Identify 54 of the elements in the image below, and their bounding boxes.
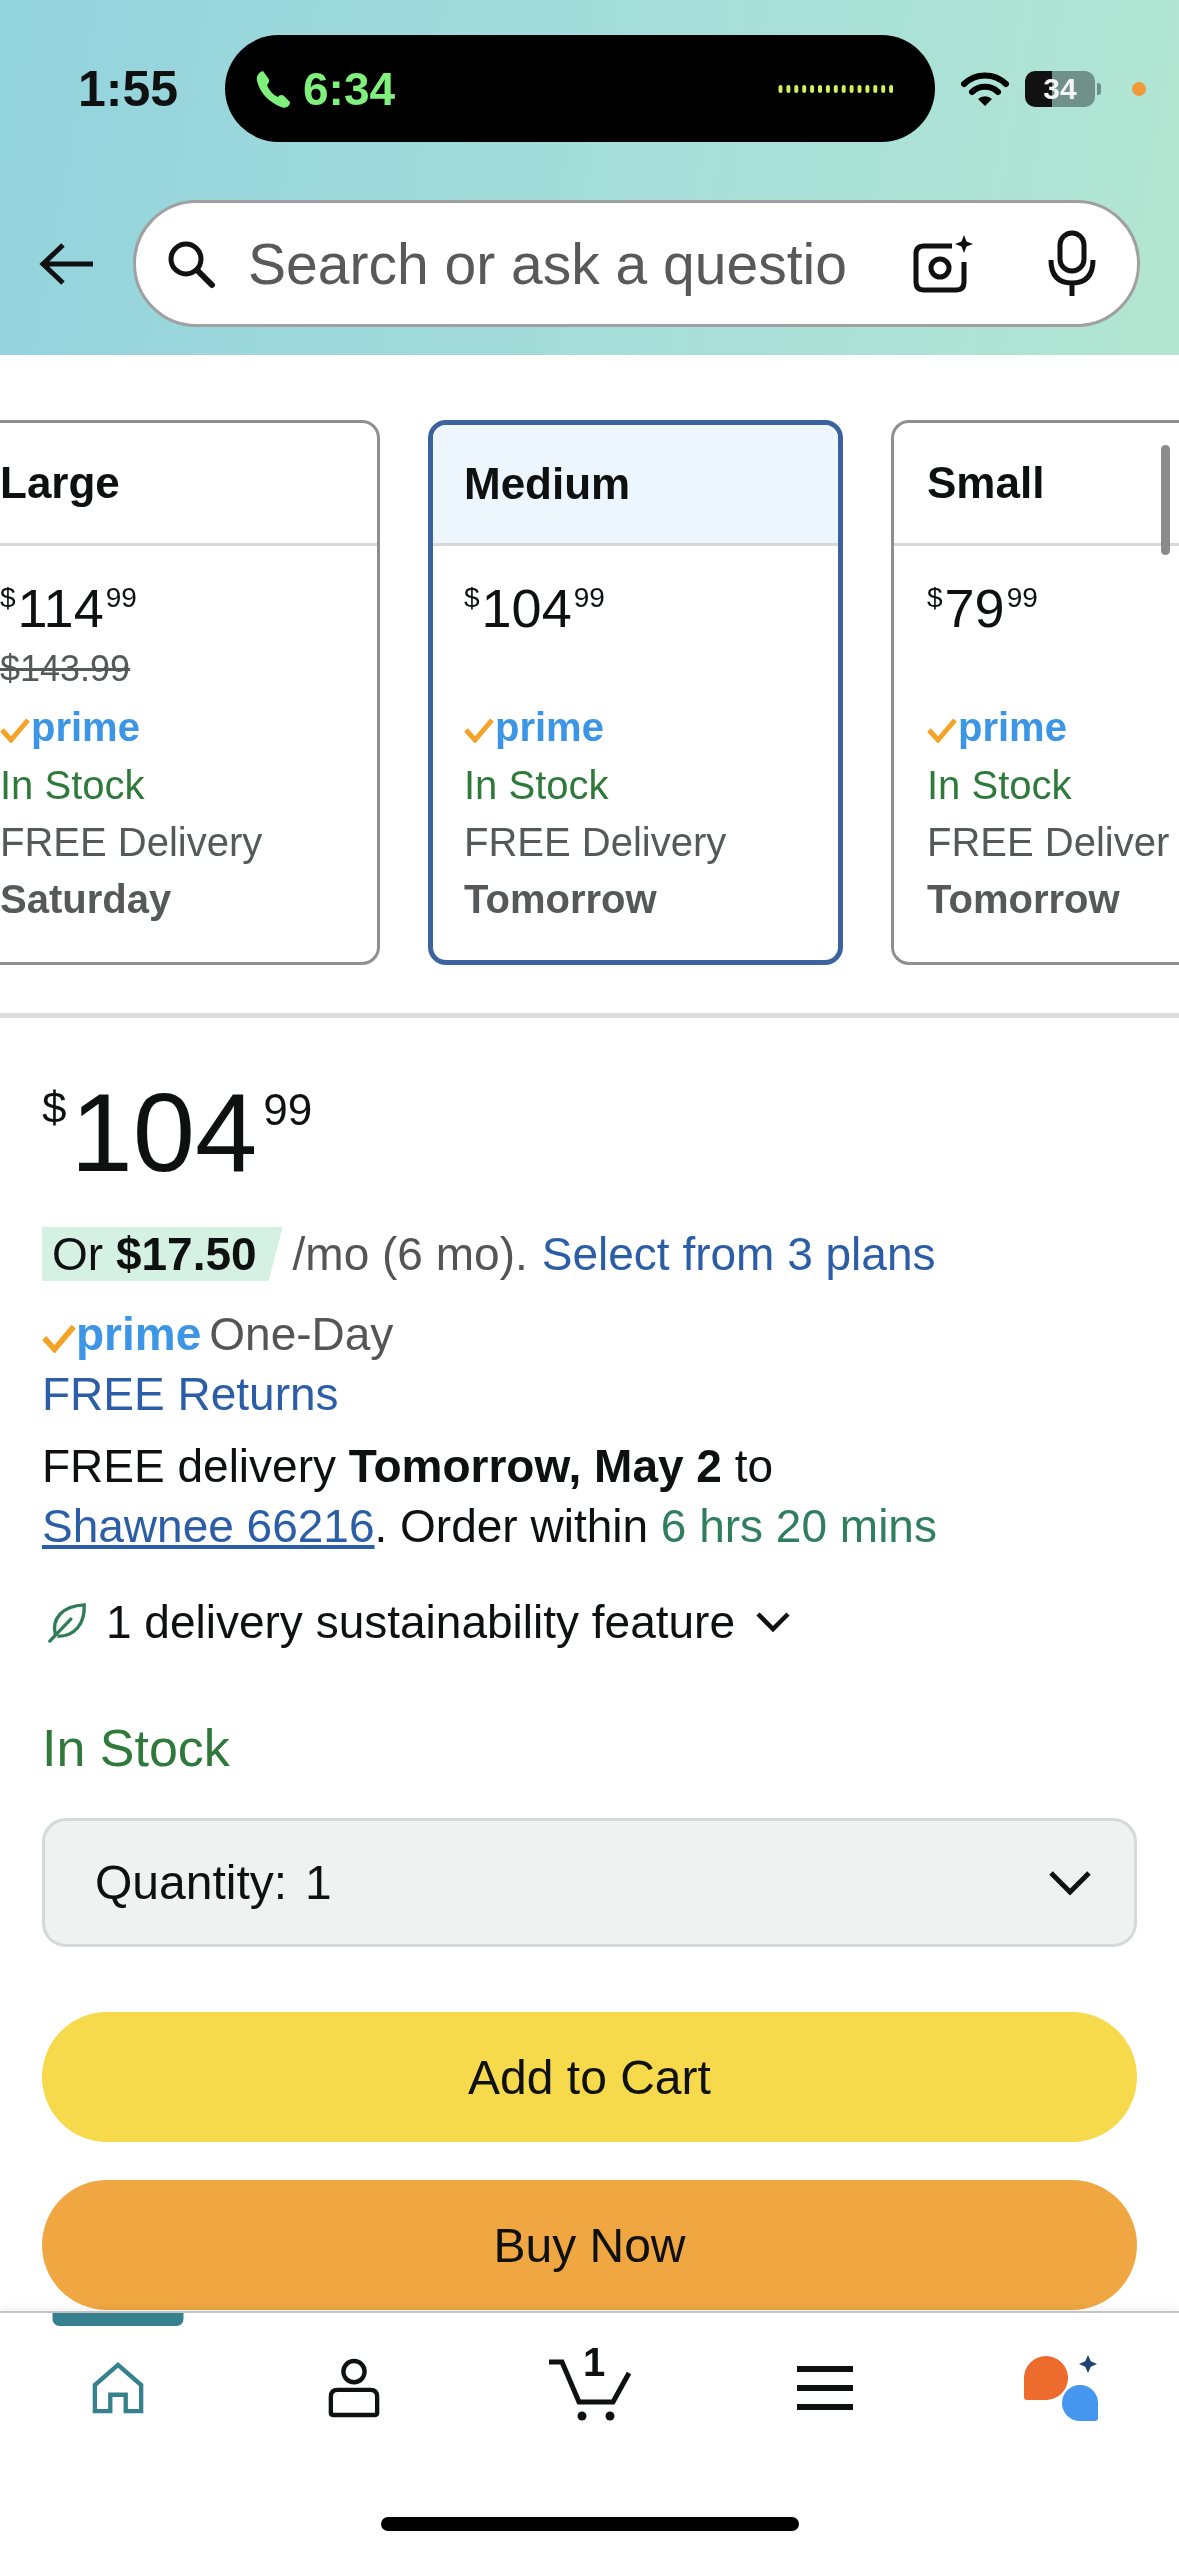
prime-label: prime (76, 1307, 202, 1361)
sustainability-toggle[interactable]: 1 delivery sustainability feature (42, 1592, 791, 1652)
menu-icon (797, 2366, 854, 2410)
plans-link[interactable]: Select from 3 plans (541, 1227, 936, 1281)
prime-label: prime (958, 704, 1067, 751)
person-icon (326, 2358, 381, 2418)
prime-label: prime (31, 704, 140, 751)
wifi-icon (960, 70, 1010, 107)
delivery-text: FREE Delivery (0, 820, 263, 864)
microphone-icon[interactable] (1047, 229, 1097, 298)
leaf-icon (46, 1601, 88, 1643)
delivery-day: Tomorrow (464, 877, 657, 921)
stock-status: In Stock (0, 763, 145, 807)
status-time: 1:55 (78, 59, 179, 119)
check-icon (0, 717, 30, 743)
delivery-speed: One-Day (209, 1307, 394, 1361)
order-cutoff-text: . Order within (374, 1500, 649, 1552)
countdown-text: 6 hrs 20 mins (660, 1500, 937, 1552)
call-timer: 6:34 (303, 61, 396, 116)
chevron-icon (755, 1611, 791, 1633)
stock-status: In Stock (927, 763, 1072, 807)
call-status-pill[interactable]: 6:34 (225, 35, 935, 142)
indicator-dot-icon (1132, 81, 1146, 96)
installment-offer: Or $17.50 (42, 1227, 283, 1281)
back-arrow-icon[interactable] (38, 241, 95, 286)
waveform-icon (778, 83, 893, 94)
list-price: $143.99 (0, 648, 131, 689)
delivery-day: Saturday (0, 877, 172, 921)
chat-bubbles-icon (1022, 2354, 1101, 2422)
add-to-cart-button[interactable]: Add to Cart (42, 2012, 1137, 2142)
delivery-text: FREE Delivery (464, 820, 727, 864)
prime-label: prime (495, 704, 604, 751)
buy-now-button[interactable]: Buy Now (42, 2180, 1137, 2310)
installment-terms: /mo (6 mo). (292, 1227, 528, 1281)
search-field[interactable]: Search or ask a questio (133, 200, 1140, 327)
phone-icon (255, 68, 291, 109)
check-icon (927, 717, 957, 743)
check-icon (464, 717, 494, 743)
delivery-day: Tomorrow (927, 877, 1120, 921)
cart-tab[interactable]: 1 (471, 2313, 708, 2463)
stock-status: In Stock (42, 1718, 230, 1778)
stock-status: In Stock (464, 763, 609, 807)
quantity-dropdown[interactable]: Quantity: 1 (42, 1818, 1137, 1947)
delivery-text: FREE Deliver (927, 820, 1170, 864)
size-name: Medium (464, 458, 631, 510)
camera-sparkle-icon[interactable] (912, 233, 974, 294)
chevron-icon (1048, 1869, 1092, 1896)
size-name: Small (927, 457, 1045, 509)
check-icon (42, 1323, 76, 1353)
delivery-info: FREE delivery Tomorrow, May 2 to (42, 1440, 774, 1492)
address-link[interactable]: Shawnee 66216 (42, 1500, 375, 1552)
size-name: Large (0, 457, 120, 509)
returns-link[interactable]: FREE Returns (42, 1367, 339, 1421)
cart-count: 1 (583, 2342, 606, 2382)
